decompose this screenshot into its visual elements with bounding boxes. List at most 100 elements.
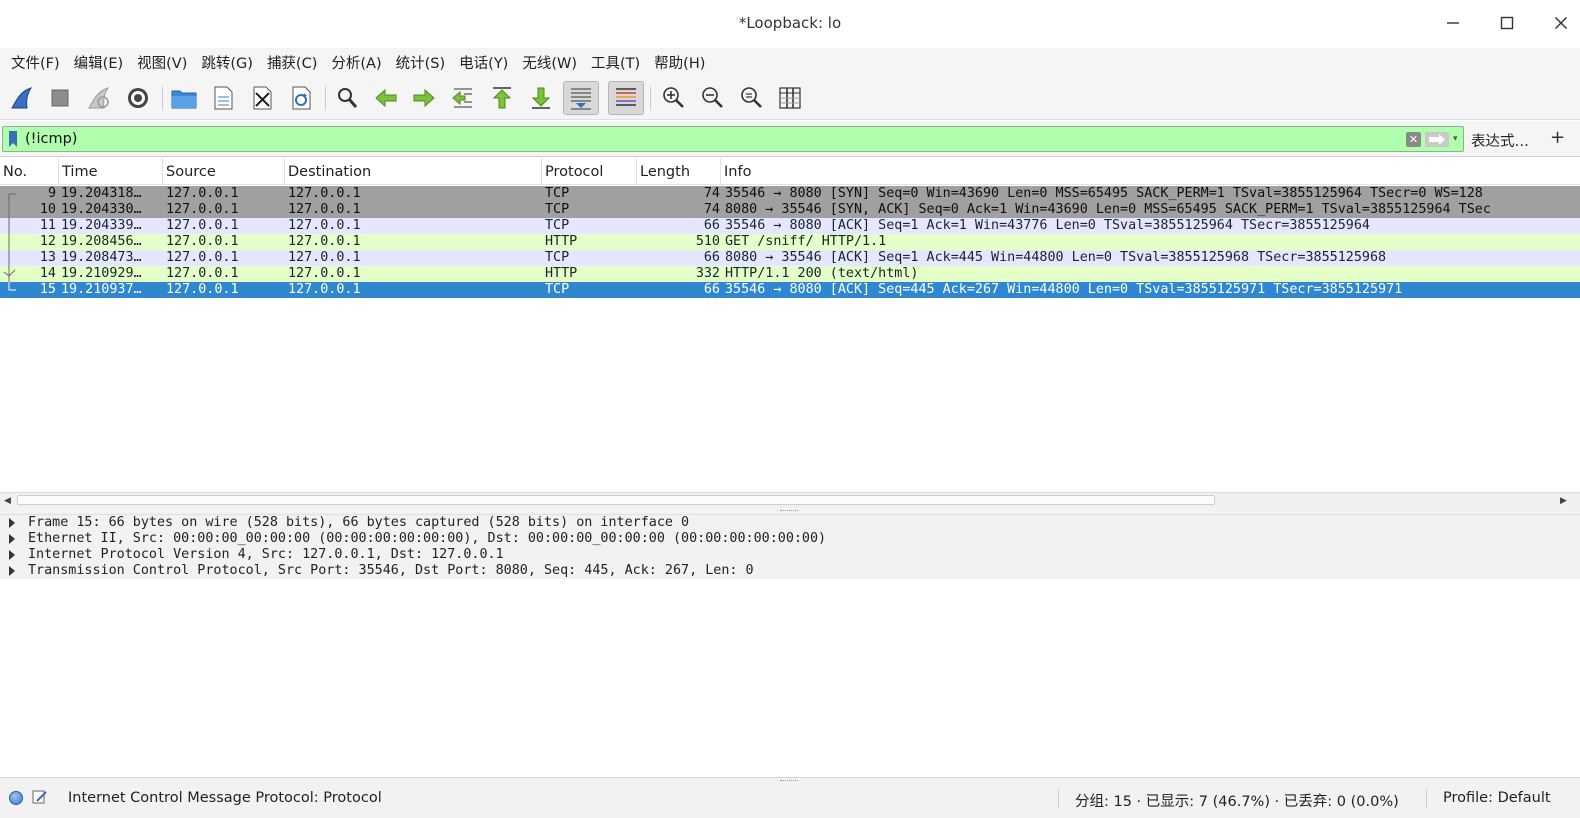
profile-status[interactable]: Profile: Default bbox=[1443, 790, 1551, 806]
expand-arrow-icon[interactable] bbox=[9, 566, 15, 576]
packet-cell-len: 510 bbox=[695, 234, 720, 249]
filter-history-dropdown[interactable]: ▾ bbox=[1453, 132, 1463, 147]
detail-row-tcp[interactable]: Transmission Control Protocol, Src Port:… bbox=[0, 563, 1580, 579]
column-header-no[interactable]: No. bbox=[0, 158, 59, 185]
packet-row[interactable]: 10 19.204330… 127.0.0.1 127.0.0.1 TCP 74 8080 … bbox=[0, 202, 1580, 218]
packet-cell-dst: 127.0.0.1 bbox=[288, 202, 361, 217]
packet-cell-src: 127.0.0.1 bbox=[166, 202, 239, 217]
normal-size-button[interactable] bbox=[735, 82, 767, 114]
start-capture-button[interactable] bbox=[6, 82, 38, 114]
packet-row[interactable]: 9 19.204318… 127.0.0.1 127.0.0.1 TCP 74 35546 … bbox=[0, 186, 1580, 202]
menu-view[interactable]: 视图(V) bbox=[130, 52, 194, 73]
display-filter-input[interactable] bbox=[25, 129, 1395, 149]
menu-go[interactable]: 跳转(G) bbox=[194, 52, 260, 73]
open-file-button[interactable] bbox=[168, 82, 200, 114]
packet-cell-time: 19.208456… bbox=[61, 234, 142, 249]
menu-analyze[interactable]: 分析(A) bbox=[324, 52, 388, 73]
menu-telephony[interactable]: 电话(Y) bbox=[452, 52, 515, 73]
close-button[interactable] bbox=[1546, 10, 1576, 36]
menu-wireless[interactable]: 无线(W) bbox=[515, 52, 584, 73]
packet-cell-info: HTTP/1.1 200 (text/html) bbox=[725, 266, 919, 281]
restart-capture-button[interactable] bbox=[83, 82, 115, 114]
packet-cell-dst: 127.0.0.1 bbox=[288, 218, 361, 233]
go-back-button[interactable] bbox=[370, 82, 402, 114]
detail-row-frame[interactable]: Frame 15: 66 bytes on wire (528 bits), 6… bbox=[0, 515, 1580, 531]
scrollbar-thumb[interactable] bbox=[17, 495, 1215, 505]
stop-capture-button[interactable] bbox=[44, 82, 76, 114]
column-header-destination[interactable]: Destination bbox=[285, 158, 542, 185]
reload-file-button[interactable] bbox=[285, 82, 317, 114]
column-header-info[interactable]: Info bbox=[721, 158, 1580, 185]
packet-row[interactable]: 13 19.208473… 127.0.0.1 127.0.0.1 TCP 66 8080 … bbox=[0, 250, 1580, 266]
packet-cell-proto: HTTP bbox=[545, 234, 578, 249]
packet-row[interactable]: 11 19.204339… 127.0.0.1 127.0.0.1 TCP 66 35546… bbox=[0, 218, 1580, 234]
minimize-button[interactable] bbox=[1438, 10, 1468, 36]
packet-list-header: No. Time Source Destination Protocol Len… bbox=[0, 158, 1580, 185]
zoom-out-button[interactable] bbox=[696, 82, 728, 114]
minimize-icon bbox=[1447, 22, 1459, 24]
bookmark-icon[interactable] bbox=[8, 131, 18, 147]
packet-list-horizontal-scrollbar[interactable]: ◀ ▶ bbox=[0, 492, 1580, 507]
go-forward-button[interactable] bbox=[408, 82, 440, 114]
packet-cell-dst: 127.0.0.1 bbox=[288, 186, 361, 201]
packet-cell-no: 10 bbox=[39, 202, 56, 217]
packet-row[interactable]: 12 19.208456… 127.0.0.1 127.0.0.1 HTTP 510 GET… bbox=[0, 234, 1580, 250]
packet-cell-no: 13 bbox=[39, 250, 56, 265]
expand-arrow-icon[interactable] bbox=[9, 518, 15, 528]
clear-filter-icon[interactable]: ✕ bbox=[1406, 132, 1421, 147]
zoom-in-button[interactable] bbox=[657, 82, 689, 114]
menu-help[interactable]: 帮助(H) bbox=[647, 52, 712, 73]
last-packet-button[interactable] bbox=[525, 82, 557, 114]
packet-cell-dst: 127.0.0.1 bbox=[288, 282, 361, 297]
expand-arrow-icon[interactable] bbox=[9, 534, 15, 544]
find-packet-button[interactable] bbox=[331, 82, 363, 114]
pane-splitter[interactable] bbox=[0, 507, 1580, 515]
packet-cell-dst: 127.0.0.1 bbox=[288, 266, 361, 281]
detail-row-ipv4[interactable]: Internet Protocol Version 4, Src: 127.0.… bbox=[0, 547, 1580, 563]
save-file-button[interactable] bbox=[207, 82, 239, 114]
packet-cell-src: 127.0.0.1 bbox=[166, 250, 239, 265]
expert-info-icon[interactable] bbox=[9, 791, 23, 805]
packet-row[interactable]: 15 19.210937… 127.0.0.1 127.0.0.1 TCP 66 35546… bbox=[0, 282, 1580, 298]
detail-row-ethernet[interactable]: Ethernet II, Src: 00:00:00_00:00:00 (00:… bbox=[0, 531, 1580, 547]
packet-list: No. Time Source Destination Protocol Len… bbox=[0, 158, 1580, 492]
packet-cell-dst: 127.0.0.1 bbox=[288, 250, 361, 265]
scroll-right-icon[interactable]: ▶ bbox=[1560, 496, 1567, 506]
menu-capture[interactable]: 捕获(C) bbox=[260, 52, 324, 73]
go-to-packet-button[interactable] bbox=[447, 82, 479, 114]
colorize-button[interactable] bbox=[608, 81, 644, 115]
menu-statistics[interactable]: 统计(S) bbox=[389, 52, 453, 73]
column-header-length[interactable]: Length bbox=[637, 158, 721, 185]
auto-scroll-icon bbox=[571, 88, 591, 110]
display-filter-bar: ✕ ▾ 表达式… + bbox=[0, 121, 1580, 157]
scroll-left-icon[interactable]: ◀ bbox=[4, 496, 11, 506]
column-header-time[interactable]: Time bbox=[59, 158, 163, 185]
first-packet-icon bbox=[492, 87, 512, 109]
add-filter-button[interactable]: + bbox=[1550, 127, 1565, 148]
capture-comment-icon[interactable] bbox=[32, 789, 48, 805]
packet-details-pane: Frame 15: 66 bytes on wire (528 bits), 6… bbox=[0, 515, 1580, 777]
apply-filter-button[interactable] bbox=[1425, 132, 1449, 147]
save-file-icon bbox=[214, 86, 233, 110]
capture-options-button[interactable] bbox=[122, 82, 154, 114]
packet-cell-time: 19.210937… bbox=[61, 282, 142, 297]
status-message: Internet Control Message Protocol: Proto… bbox=[68, 790, 382, 806]
menu-tools[interactable]: 工具(T) bbox=[584, 52, 647, 73]
reload-file-icon bbox=[292, 86, 311, 110]
resize-columns-button[interactable] bbox=[774, 82, 806, 114]
zoom-out-icon bbox=[702, 87, 723, 108]
column-header-protocol[interactable]: Protocol bbox=[542, 158, 637, 185]
auto-scroll-button[interactable] bbox=[563, 81, 599, 115]
arrow-right-icon bbox=[1429, 134, 1445, 145]
expression-button[interactable]: 表达式… bbox=[1471, 130, 1529, 151]
packet-row[interactable]: 14 19.210929… 127.0.0.1 127.0.0.1 HTTP 332 HTT… bbox=[0, 266, 1580, 282]
column-header-source[interactable]: Source bbox=[163, 158, 285, 185]
expand-arrow-icon[interactable] bbox=[9, 550, 15, 560]
packet-cell-proto: TCP bbox=[545, 218, 570, 233]
packet-cell-info: GET /sniff/ HTTP/1.1 bbox=[725, 234, 887, 249]
maximize-button[interactable] bbox=[1492, 10, 1522, 36]
first-packet-button[interactable] bbox=[486, 82, 518, 114]
menu-file[interactable]: 文件(F) bbox=[4, 52, 67, 73]
menu-edit[interactable]: 编辑(E) bbox=[67, 52, 130, 73]
close-file-button[interactable] bbox=[246, 82, 278, 114]
